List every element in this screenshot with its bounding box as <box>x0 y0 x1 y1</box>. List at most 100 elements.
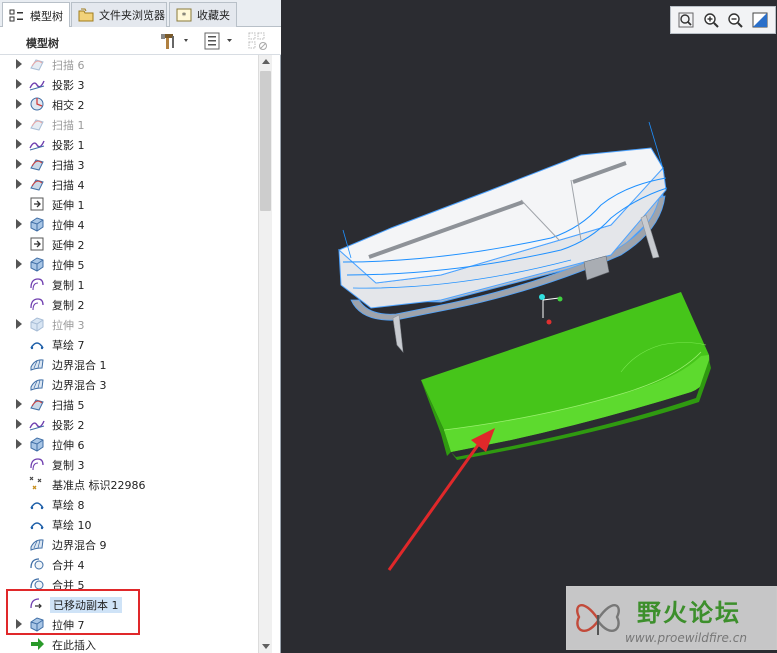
expand-arrow-icon[interactable] <box>16 139 22 149</box>
tree-item[interactable]: 边界混合 1 <box>0 354 258 374</box>
sweep-icon <box>29 56 45 72</box>
sketch-icon <box>29 496 45 512</box>
tree-item[interactable]: 扫描 3 <box>0 154 258 174</box>
merge-icon <box>29 576 45 592</box>
tree-item[interactable]: 扫描 1 <box>0 114 258 134</box>
tree-item[interactable]: 扫描 4 <box>0 174 258 194</box>
tree-item[interactable]: 合并 4 <box>0 554 258 574</box>
tree-vertical-scrollbar[interactable] <box>258 55 272 653</box>
tree-item-label: 草绘 10 <box>52 519 92 532</box>
tree-item[interactable]: 合并 5 <box>0 574 258 594</box>
filter-icon <box>248 32 267 50</box>
extrude-icon <box>29 216 45 232</box>
tree-item[interactable]: 复制 2 <box>0 294 258 314</box>
tree-item[interactable]: 基准点 标识22986 <box>0 474 258 494</box>
scroll-thumb[interactable] <box>260 71 271 211</box>
favorites-icon: * <box>176 8 192 22</box>
tree-item-label: 延伸 1 <box>52 199 85 212</box>
project-icon <box>29 136 45 152</box>
tree-item[interactable]: 延伸 2 <box>0 234 258 254</box>
tab-model-tree[interactable]: 模型树 <box>2 2 70 28</box>
tree-item[interactable]: 拉伸 7 <box>0 614 258 634</box>
tree-item-label: 扫描 3 <box>52 159 85 172</box>
saved-views-button[interactable] <box>750 10 770 30</box>
moved-copy-part <box>421 292 711 460</box>
zoom-out-icon <box>728 13 743 28</box>
expand-arrow-icon[interactable] <box>16 619 22 629</box>
tree-item-label: 复制 1 <box>52 279 85 292</box>
expand-arrow-icon[interactable] <box>16 119 22 129</box>
tree-show-button[interactable] <box>203 31 239 51</box>
expand-arrow-icon[interactable] <box>16 439 22 449</box>
expand-arrow-icon[interactable] <box>16 399 22 409</box>
tree-item[interactable]: 拉伸 6 <box>0 434 258 454</box>
extend-icon <box>29 236 45 252</box>
hammer-settings-icon <box>161 34 188 49</box>
tree-item-label: 扫描 5 <box>52 399 85 412</box>
expand-arrow-icon[interactable] <box>16 219 22 229</box>
tree-item[interactable]: 拉伸 5 <box>0 254 258 274</box>
expand-arrow-icon[interactable] <box>16 59 22 69</box>
scroll-up-arrow-icon[interactable] <box>262 59 270 64</box>
extrude-icon <box>29 616 45 632</box>
tree-settings-button[interactable] <box>158 31 192 51</box>
expand-arrow-icon[interactable] <box>16 159 22 169</box>
tree-item[interactable]: 投影 2 <box>0 414 258 434</box>
tree-item[interactable]: 复制 1 <box>0 274 258 294</box>
tree-item-label: 边界混合 3 <box>52 379 107 392</box>
model-tree-panel: 模型树 文件夹浏览器 * 收藏夹 模型树 扫描 6 投影 3 相交 2 扫描 1… <box>0 0 281 653</box>
tree-item-label: 拉伸 4 <box>52 219 85 232</box>
tree-item[interactable]: 草绘 10 <box>0 514 258 534</box>
refit-button[interactable] <box>676 10 696 30</box>
zoom-in-button[interactable] <box>701 10 721 30</box>
expand-arrow-icon[interactable] <box>16 79 22 89</box>
scroll-down-arrow-icon[interactable] <box>262 644 270 649</box>
expand-arrow-icon[interactable] <box>16 419 22 429</box>
model-3d-view <box>338 121 711 571</box>
tree-item[interactable]: 投影 1 <box>0 134 258 154</box>
extrude-icon <box>29 316 45 332</box>
tree-item[interactable]: 边界混合 9 <box>0 534 258 554</box>
tree-item[interactable]: 边界混合 3 <box>0 374 258 394</box>
tree-item-label: 投影 2 <box>52 419 85 432</box>
tree-item[interactable]: 已移动副本 1 <box>0 594 258 614</box>
tab-favorites[interactable]: * 收藏夹 <box>169 2 237 27</box>
copy-icon <box>29 296 45 312</box>
tree-item-label: 投影 3 <box>52 79 85 92</box>
tree-item[interactable]: 拉伸 4 <box>0 214 258 234</box>
tree-item[interactable]: 扫描 5 <box>0 394 258 414</box>
tree-item-label: 复制 3 <box>52 459 85 472</box>
tree-icon <box>9 9 25 23</box>
list-show-icon <box>204 32 232 50</box>
watermark-url: www.proewildfire.cn <box>625 631 747 645</box>
copy-icon <box>29 276 45 292</box>
copy-icon <box>29 456 45 472</box>
datum-point-icon <box>29 476 45 492</box>
tab-label: 模型树 <box>30 9 63 23</box>
expand-arrow-icon[interactable] <box>16 99 22 109</box>
tree-item-label: 在此插入 <box>52 639 96 652</box>
expand-arrow-icon[interactable] <box>16 259 22 269</box>
tree-item-label: 投影 1 <box>52 139 85 152</box>
tree-item[interactable]: 延伸 1 <box>0 194 258 214</box>
extrude-icon <box>29 436 45 452</box>
project-icon <box>29 416 45 432</box>
tree-item[interactable]: 草绘 8 <box>0 494 258 514</box>
tree-item[interactable]: 扫描 6 <box>0 55 258 74</box>
tree-item[interactable]: 草绘 7 <box>0 334 258 354</box>
expand-arrow-icon[interactable] <box>16 179 22 189</box>
expand-arrow-icon[interactable] <box>16 319 22 329</box>
tree-item[interactable]: 在此插入 <box>0 634 258 653</box>
watermark-title: 野火论坛 <box>637 599 741 627</box>
tree-item[interactable]: 复制 3 <box>0 454 258 474</box>
tree-item[interactable]: 投影 3 <box>0 74 258 94</box>
zoom-out-button[interactable] <box>725 10 745 30</box>
tree-item[interactable]: 拉伸 3 <box>0 314 258 334</box>
tree-filter-button[interactable] <box>247 31 271 51</box>
tree-item-label: 相交 2 <box>52 99 85 112</box>
tab-folder-browser[interactable]: 文件夹浏览器 <box>71 2 167 27</box>
model-tree-toolbar: 模型树 <box>0 27 281 55</box>
extrude-icon <box>29 256 45 272</box>
tree-item[interactable]: 相交 2 <box>0 94 258 114</box>
graphics-viewport[interactable]: 野火论坛 www.proewildfire.cn <box>281 0 777 653</box>
